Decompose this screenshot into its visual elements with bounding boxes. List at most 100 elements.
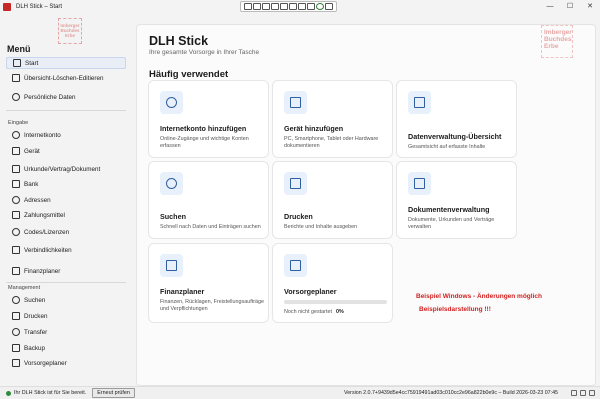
brand-logo: Imberger Buchdes Erbe [58,18,82,44]
card-geraet[interactable]: Gerät hinzufügen PC, Smartphone, Tablet … [272,80,393,158]
sidebar-item-label: Codes/Lizenzen [24,228,70,236]
card-finanzplaner[interactable]: Finanzplaner Finanzen, Rücklagen, Freist… [148,243,269,323]
tray-icon[interactable] [589,390,595,396]
toolbar-tool-icon[interactable] [280,3,288,10]
sidebar-item-label: Verbindlichkeiten [24,246,72,254]
card-vorsorgeplaner[interactable]: Vorsorgeplaner Noch nicht gestartet 0% [272,243,393,323]
backup-icon [12,344,20,352]
globe-icon [12,131,20,139]
document-icon [12,165,20,173]
toolbar-tool-icon[interactable] [244,3,252,10]
planner-icon [284,254,307,277]
status-text: Ihr DLH Stick ist für Sie bereit. [14,390,87,396]
sidebar-item-vorsorgeplaner[interactable]: Vorsorgeplaner [6,357,126,369]
section-label-management: Management [8,285,41,291]
sidebar-item-overview[interactable]: Übersicht-Löschen-Editieren [6,72,126,84]
card-description: Schnell nach Daten und Einträgen suchen [160,224,261,230]
floating-toolbar[interactable] [240,1,337,12]
sidebar-item-transfer[interactable]: Transfer [6,326,126,338]
check-circle-icon[interactable] [316,3,324,10]
sidebar-item-label: Suchen [24,296,46,304]
main-content: DLH Stick Ihre gesamte Vorsorge in Ihrer… [136,24,596,386]
bank-icon [12,180,20,188]
laptop-icon [12,147,20,155]
sidebar: Imberger Buchdes Erbe Menü Start Übersic… [0,14,135,386]
tray-icon[interactable] [580,390,586,396]
card-title: Drucken [284,212,313,221]
recheck-button[interactable]: Erneut prüfen [92,388,135,398]
chart-icon [160,254,183,277]
toolbar-tool-icon[interactable] [307,3,315,10]
tray-icon[interactable] [571,390,577,396]
toolbar-tool-icon[interactable] [325,3,333,10]
sidebar-item-label: Transfer [24,328,48,336]
search-icon [12,296,20,304]
card-suchen[interactable]: Suchen Schnell nach Daten und Einträgen … [148,161,269,239]
sidebar-item-urkunde[interactable]: Urkunde/Vertrag/Dokument [6,163,126,175]
sidebar-item-suchen[interactable]: Suchen [6,294,126,306]
window-title: DLH Stick – Start [16,4,63,10]
minimize-button[interactable]: — [540,0,560,14]
toolbar-tool-icon[interactable] [262,3,270,10]
sidebar-item-label: Internetkonto [24,131,61,139]
title-bar: DLH Stick – Start — ☐ ✕ [0,0,600,14]
card-description: Online-Zugänge und wichtige Konten erfas… [160,136,249,149]
card-dokumentenverwaltung[interactable]: Dokumentenverwaltung Dokumente, Urkunden… [396,161,517,239]
sidebar-item-label: Drucken [24,312,48,320]
card-title: Vorsorgeplaner [284,287,337,296]
version-info: Version 2.0.7+9439d5e4cc75919491ad03c010… [344,390,558,396]
sidebar-item-zahlungsmittel[interactable]: Zahlungsmittel [6,209,126,221]
sidebar-item-personal-data[interactable]: Persönliche Daten [6,91,126,103]
sidebar-item-verbindlichkeiten[interactable]: Verbindlichkeiten [6,244,126,256]
status-ok-icon [6,390,11,396]
sidebar-item-adressen[interactable]: Adressen [6,194,126,206]
card-datenverwaltung[interactable]: Datenverwaltung-Übersicht Gesamtsicht au… [396,80,517,158]
home-icon [13,59,21,67]
sidebar-item-codes[interactable]: Codes/Lizenzen [6,226,126,238]
section-title: Häufig verwendet [149,69,229,80]
sidebar-item-label: Übersicht-Löschen-Editieren [24,74,104,82]
list-icon [12,74,20,82]
maximize-button[interactable]: ☐ [560,0,580,14]
card-icon [12,211,20,219]
chart-icon [12,267,20,275]
menu-title: Menü [7,44,31,54]
sidebar-item-label: Zahlungsmittel [24,211,65,219]
card-drucken[interactable]: Drucken Berichte und Inhalte ausgeben [272,161,393,239]
sidebar-item-backup[interactable]: Backup [6,342,126,354]
divider [6,282,126,283]
sidebar-item-internetkonto[interactable]: Internetkonto [6,129,126,141]
sidebar-item-finanzplaner[interactable]: Finanzplaner [6,265,126,277]
brand-logo: Imberger Buchdes Erbe [541,25,573,58]
sidebar-item-start[interactable]: Start [6,57,126,69]
close-button[interactable]: ✕ [580,0,600,14]
sidebar-item-bank[interactable]: Bank [6,178,126,190]
globe-icon [160,91,183,114]
card-title: Gerät hinzufügen [284,124,344,133]
app-icon [3,3,11,11]
transfer-icon [12,328,20,336]
sidebar-item-geraet[interactable]: Gerät [6,145,126,157]
printer-icon [12,312,20,320]
search-icon [160,172,183,195]
person-icon [12,93,20,101]
toolbar-tool-icon[interactable] [289,3,297,10]
card-description: Finanzen, Rücklagen, Freistellungsaufträ… [160,299,264,312]
divider [6,110,126,111]
toolbar-tool-icon[interactable] [253,3,261,10]
card-description: Berichte und Inhalte ausgeben [284,224,358,230]
toolbar-tool-icon[interactable] [298,3,306,10]
sidebar-item-drucken[interactable]: Drucken [6,310,126,322]
toolbar-tool-icon[interactable] [271,3,279,10]
page-subtitle: Ihre gesamte Vorsorge in Ihrer Tasche [149,49,260,56]
printer-icon [284,172,307,195]
card-internetkonto[interactable]: Internetkonto hinzufügen Online-Zugänge … [148,80,269,158]
card-title: Suchen [160,212,186,221]
sidebar-item-label: Backup [24,344,46,352]
page-title: DLH Stick [149,34,209,48]
card-title: Dokumentenverwaltung [408,205,490,214]
card-title: Finanzplaner [160,287,205,296]
sidebar-item-label: Persönliche Daten [24,93,76,101]
laptop-icon [284,91,307,114]
window-controls: — ☐ ✕ [540,0,600,14]
